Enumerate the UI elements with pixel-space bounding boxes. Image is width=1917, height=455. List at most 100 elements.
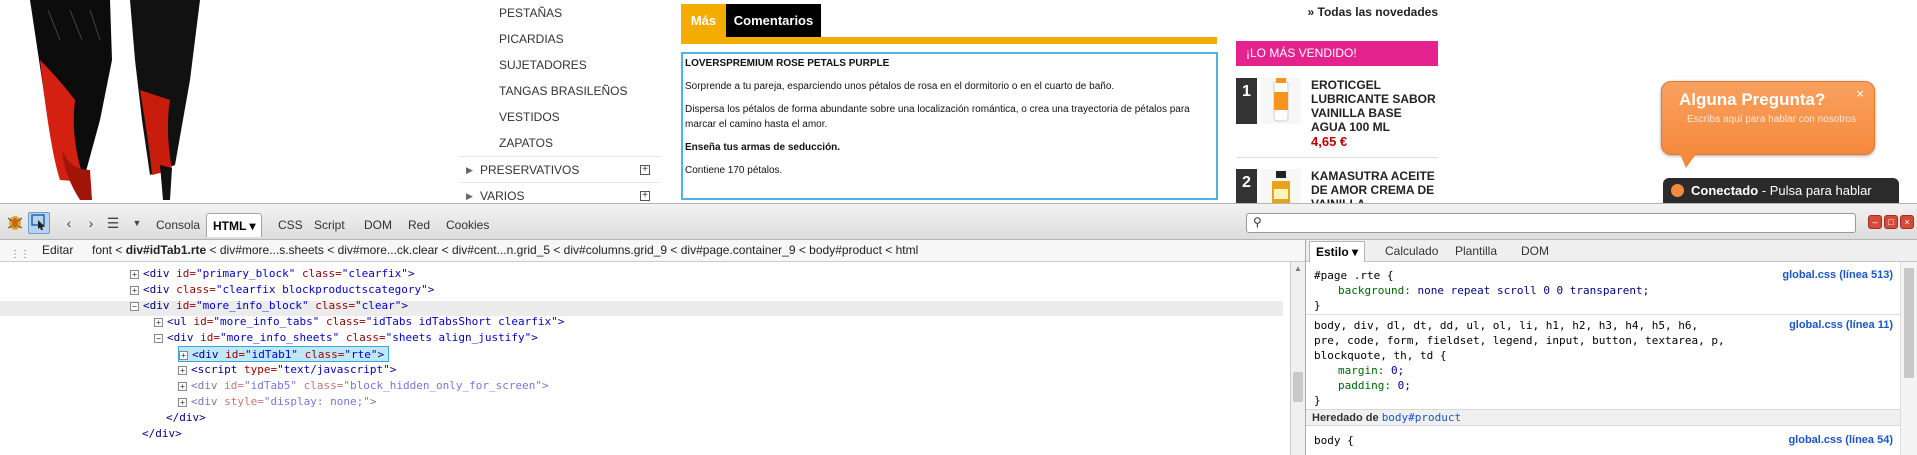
css-declaration[interactable]: background: none repeat scroll 0 0 trans… [1338,283,1649,298]
product-name[interactable]: KAMASUTRA ACEITE DE AMOR CREMA DE VAINIL… [1311,169,1436,203]
minimize-icon[interactable]: – [1868,215,1882,229]
chat-prompt-bubble[interactable]: Alguna Pregunta? Escriba aquí para habla… [1661,81,1875,168]
css-selector[interactable]: body { [1314,433,1354,448]
css-source-link[interactable]: global.css (línea 513) [1782,268,1893,283]
back-arrow-icon[interactable]: ‹ [58,212,80,234]
breadcrumb-path[interactable]: font < div#idTab1.rte < div#more...s.she… [92,240,918,261]
html-node[interactable]: </div> [142,426,182,442]
product-name[interactable]: EROTICGEL LUBRICANTE SABOR VAINILLA BASE… [1311,78,1436,134]
html-node-selected[interactable]: + <div id="idTab1" class="rte"> [178,346,390,362]
attr-value[interactable]: "text/javascript" [277,363,390,376]
style-panel-scrollbar[interactable] [1900,262,1917,455]
category-link-pestanas[interactable]: PESTAÑAS [460,0,660,26]
attr-value[interactable]: "idTab1" [245,348,298,361]
css-selector[interactable]: pre, code, form, fieldset, legend, input… [1314,333,1725,348]
attr-value[interactable]: "primary_block" [196,267,295,280]
attr-value[interactable]: "more_info_sheets" [220,331,339,344]
attr-value[interactable]: "more_info_tabs" [213,315,319,328]
css-property: padding: [1338,379,1391,392]
forward-arrow-icon[interactable]: › [80,212,102,234]
attr-value[interactable]: "idTab5" [244,379,297,392]
expand-plus-icon[interactable]: + [640,191,650,201]
close-icon[interactable]: × [1856,86,1864,101]
css-source-link[interactable]: global.css (línea 11) [1789,318,1893,333]
edit-button[interactable]: Editar [42,240,73,261]
css-declaration[interactable]: padding: 0; [1338,378,1411,393]
inherited-link[interactable]: body#product [1382,411,1461,424]
css-selector[interactable]: blockquote, th, td { [1314,348,1446,363]
collapse-icon[interactable]: − [154,333,163,343]
product-thumbnail[interactable] [1261,78,1301,124]
tab-css[interactable]: CSS [272,213,309,237]
css-selector[interactable]: #page .rte { [1314,268,1393,283]
html-node[interactable]: − <div id="more_info_block" class="clear"… [130,298,408,314]
crumb-current[interactable]: div#idTab1.rte [126,243,206,257]
attr-value[interactable]: "block_hidden_only_for_screen" [343,379,542,392]
scrollbar-thumb[interactable] [1293,372,1303,402]
category-preservativos[interactable]: ▶ PRESERVATIVOS + [460,156,660,182]
panel-menu-icon[interactable]: ☰ [102,212,124,234]
tab-html[interactable]: HTML ▾ [206,213,263,237]
tab-dom[interactable]: DOM [358,213,398,237]
tab-comentarios[interactable]: Comentarios [726,4,821,37]
category-link-zapatos[interactable]: ZAPATOS [460,130,660,156]
expand-icon[interactable]: + [178,397,187,407]
expand-icon[interactable]: + [178,365,187,375]
category-link-sujetadores[interactable]: SUJETADORES [460,52,660,78]
category-link-picardias[interactable]: PICARDIAS [460,26,660,52]
attr-value[interactable]: "clear" [355,299,401,312]
attr-value[interactable]: "idTabs idTabsShort clearfix" [366,315,558,328]
attr-value[interactable]: "clearfix blockproductscategory" [216,283,428,296]
css-selector[interactable]: body, div, dl, dt, dd, ul, ol, li, h1, h… [1314,318,1698,333]
detach-icon[interactable]: □ [1884,215,1898,229]
css-source-link[interactable]: global.css (línea 54) [1788,433,1893,448]
collapse-icon[interactable]: − [130,301,139,311]
attr-value[interactable]: "sheets align_justify" [386,331,532,344]
firebug-icon[interactable] [4,212,26,234]
attr-value[interactable]: "clearfix" [342,267,408,280]
text-lines-icon[interactable]: ⋮⋮ [10,244,30,261]
css-declaration[interactable]: margin: 0; [1338,363,1404,378]
html-node[interactable]: + <script type="text/javascript"> [178,362,396,378]
expand-icon[interactable]: + [178,381,187,391]
attr-value[interactable]: "display: none;" [264,395,370,408]
tab-script[interactable]: Script [308,213,351,237]
html-node[interactable]: + <ul id="more_info_tabs" class="idTabs i… [154,314,564,330]
attr-name: id= [217,379,244,392]
product-thumbnail[interactable] [1261,169,1301,203]
category-link-vestidos[interactable]: VESTIDOS [460,104,660,130]
attr-name: id= [193,331,220,344]
attr-value[interactable]: "rte" [344,348,377,361]
tab-dom-side[interactable]: DOM [1515,241,1555,262]
dropdown-arrow-icon[interactable]: ▼ [130,212,144,234]
expand-icon[interactable]: + [179,350,188,360]
scroll-up-icon[interactable]: ▲ [1294,264,1302,273]
inspect-element-icon[interactable] [28,212,50,234]
tab-calculado[interactable]: Calculado [1379,241,1444,262]
tab-cookies[interactable]: Cookies [440,213,495,237]
search-input[interactable]: ⚲ [1246,213,1856,233]
tab-red[interactable]: Red [402,213,436,237]
html-node[interactable]: + <div style="display: none;"> [178,394,376,410]
attr-value[interactable]: "more_info_block" [196,299,309,312]
tab-estilo[interactable]: Estilo ▾ [1309,241,1366,262]
html-node[interactable]: + <div id="idTab5" class="block_hidden_on… [178,378,549,394]
expand-icon[interactable]: + [130,269,139,279]
scrollbar-thumb[interactable] [1904,268,1914,378]
tab-mas[interactable]: Más [681,4,726,37]
expand-icon[interactable]: + [130,285,139,295]
html-node[interactable]: − <div id="more_info_sheets" class="sheet… [154,330,538,346]
html-node[interactable]: </div> [166,410,206,426]
expand-icon[interactable]: + [154,317,163,327]
category-varios[interactable]: ▶ VARIOS + [460,182,660,203]
html-tree-scrollbar[interactable]: ▲ [1290,262,1305,455]
all-news-link[interactable]: » Todas las novedades [1230,5,1439,19]
chat-status-bar[interactable]: Conectado - Pulsa para hablar [1663,178,1899,203]
close-icon[interactable]: × [1900,215,1914,229]
tab-plantilla[interactable]: Plantilla [1449,241,1503,262]
tab-consola[interactable]: Consola [150,213,206,237]
expand-plus-icon[interactable]: + [640,165,650,175]
html-node[interactable]: + <div class="clearfix blockproductscateg… [130,282,434,298]
html-node[interactable]: + <div id="primary_block" class="clearfix… [130,266,415,282]
category-link-tangas[interactable]: TANGAS BRASILEÑOS [460,78,660,104]
